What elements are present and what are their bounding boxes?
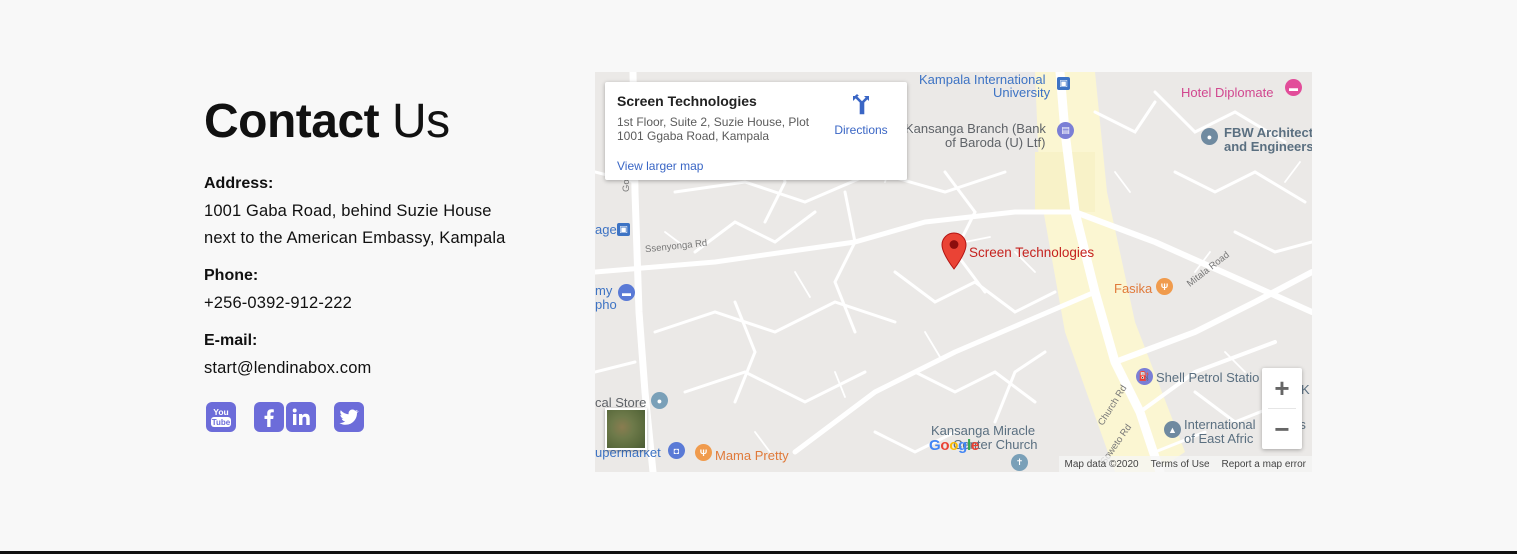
fuel-icon: ⛽ [1136, 368, 1153, 385]
map-label-intl-2: of East Afric [1184, 431, 1254, 446]
page-title: Contact Us [204, 94, 564, 150]
age-place-icon: ▣ [617, 223, 630, 236]
phone-label: Phone: [204, 267, 259, 284]
youtube-text-you: You [213, 407, 228, 417]
terms-of-use-link[interactable]: Terms of Use [1151, 459, 1210, 470]
address-line-2: next to the American Embassy, Kampala [204, 229, 506, 247]
map-label-shell: Shell Petrol Statio [1156, 370, 1260, 385]
address-block: Address: 1001 Gaba Road, behind Suzie Ho… [204, 174, 564, 252]
directions-icon [853, 94, 869, 115]
address-line-1: 1001 Gaba Road, behind Suzie House [204, 202, 492, 220]
google-logo: Google [929, 437, 979, 454]
map-label-age: age [595, 222, 617, 237]
supermarket-icon: ◘ [668, 442, 685, 459]
contact-section: Contact Us Address: 1001 Gaba Road, behi… [204, 94, 564, 432]
email-block: E-mail: start@lendinabox.com [204, 331, 564, 382]
university-icon: ▣ [1057, 77, 1070, 90]
zoom-in-button[interactable]: + [1262, 368, 1302, 408]
address-label: Address: [204, 175, 274, 192]
google-logo-letter: G [929, 437, 941, 454]
google-logo-letter: o [940, 437, 950, 454]
report-map-error-link[interactable]: Report a map error [1222, 459, 1306, 470]
google-logo-letter: g [958, 437, 967, 454]
linkedin-icon[interactable] [286, 402, 316, 432]
bank-icon: ▤ [1057, 122, 1074, 139]
map-label-kansanga-1: Kansanga Miracle [931, 423, 1036, 438]
map-marker-label[interactable]: Screen Technologies [969, 245, 1094, 260]
social-links: You Tube [204, 402, 564, 432]
hotel-icon: ▬ [1285, 79, 1302, 96]
church-icon: ✝ [1011, 454, 1028, 471]
embedded-map[interactable]: Kampala International University ▣ Hotel… [595, 72, 1312, 472]
email-label: E-mail: [204, 332, 258, 349]
store-pin-icon: ● [651, 392, 668, 409]
youtube-icon[interactable]: You Tube [206, 402, 236, 432]
mama-restaurant-icon: Ψ [695, 444, 712, 461]
map-label-mama: Mama Pretty [715, 448, 789, 463]
facebook-icon[interactable] [254, 402, 284, 432]
map-label-fbw-1: FBW Architect [1224, 125, 1312, 140]
map-label-hotel: Hotel Diplomate [1181, 85, 1274, 100]
map-label-bank-2: of Baroda (U) Ltf) [945, 135, 1046, 150]
email-value: start@lendinabox.com [204, 359, 372, 377]
phone-value: +256-0392-912-222 [204, 294, 352, 312]
title-strong: Contact [204, 95, 380, 148]
zoom-controls: + − [1262, 368, 1302, 449]
address-value: 1001 Gaba Road, behind Suzie House next … [204, 198, 564, 252]
info-card-address-2: 1001 Ggaba Road, Kampala [617, 129, 770, 143]
map-label-intl-1: International [1184, 417, 1256, 432]
youtube-text-tube: Tube [212, 418, 231, 427]
location-pin-icon[interactable] [941, 232, 967, 270]
school-icon: ▲ [1164, 421, 1181, 438]
map-info-card: Screen Technologies 1st Floor, Suite 2, … [605, 82, 907, 180]
shop-icon: ▬ [618, 284, 635, 301]
map-label-bank-1: Kansanga Branch (Bank [905, 121, 1046, 136]
twitter-icon[interactable] [334, 402, 364, 432]
map-attribution: Map data ©2020 Terms of Use Report a map… [1058, 456, 1312, 472]
architect-pin-icon: ● [1201, 128, 1218, 145]
map-label-fasika: Fasika [1114, 281, 1153, 296]
title-light: Us [392, 95, 450, 148]
map-label-k-edge: K [1301, 382, 1310, 397]
zoom-out-button[interactable]: − [1262, 409, 1302, 449]
satellite-view-toggle[interactable] [605, 408, 647, 450]
map-label-kiu-2: University [993, 85, 1051, 100]
map-label-my-1: my [595, 283, 613, 298]
directions-label: Directions [834, 123, 888, 137]
phone-block: Phone: +256-0392-912-222 [204, 266, 564, 317]
map-label-my-2: pho [595, 297, 617, 312]
google-logo-letter: o [949, 437, 959, 454]
directions-button[interactable]: Directions [833, 93, 889, 137]
info-card-address-1: 1st Floor, Suite 2, Suzie House, Plot [617, 115, 810, 129]
view-larger-map-link[interactable]: View larger map [617, 159, 703, 173]
info-card-address: 1st Floor, Suite 2, Suzie House, Plot 10… [617, 115, 817, 143]
restaurant-icon: Ψ [1156, 278, 1173, 295]
map-label-fbw-2: and Engineers [1224, 139, 1312, 154]
map-data-text: Map data ©2020 [1064, 458, 1139, 470]
google-logo-letter: e [970, 437, 979, 454]
